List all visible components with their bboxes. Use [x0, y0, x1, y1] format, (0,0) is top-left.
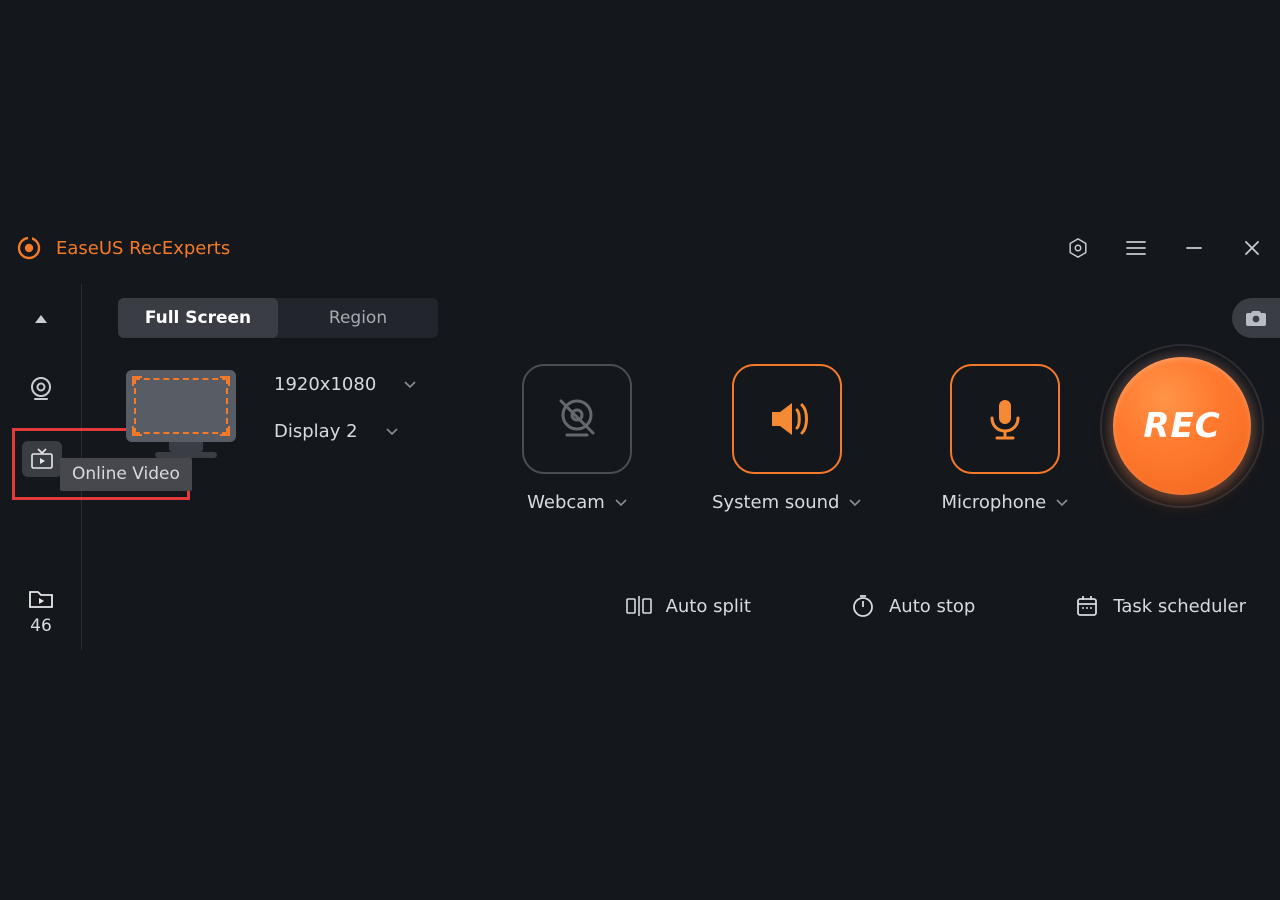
- task-scheduler-button[interactable]: Task scheduler: [1075, 594, 1246, 618]
- microphone-icon: [978, 392, 1032, 446]
- system-sound-dropdown[interactable]: System sound: [712, 492, 861, 513]
- app-title: EaseUS RecExperts: [56, 238, 230, 259]
- webcam-off-icon: [549, 391, 605, 447]
- system-sound-source: System sound: [712, 364, 861, 513]
- main-panel: Full Screen Region 1920x1080 Display 2: [82, 284, 1280, 650]
- microphone-source: Microphone: [941, 364, 1068, 513]
- monitor-preview: [126, 370, 246, 460]
- minimize-icon: [1185, 239, 1203, 257]
- mode-tabs: Full Screen Region: [118, 298, 438, 338]
- close-button[interactable]: [1240, 236, 1264, 260]
- menu-button[interactable]: [1124, 236, 1148, 260]
- task-scheduler-label: Task scheduler: [1113, 596, 1246, 617]
- tv-play-icon: [30, 448, 54, 470]
- auto-split-button[interactable]: Auto split: [626, 595, 751, 617]
- microphone-toggle[interactable]: [950, 364, 1060, 474]
- folder-play-icon: [28, 588, 54, 610]
- webcam-toggle[interactable]: [522, 364, 632, 474]
- window-controls: [1066, 236, 1264, 260]
- tab-region[interactable]: Region: [278, 298, 438, 338]
- recordings-button[interactable]: 46: [0, 576, 82, 648]
- recordings-count: 46: [30, 616, 52, 636]
- minimize-button[interactable]: [1182, 236, 1206, 260]
- timer-icon: [851, 594, 875, 618]
- display-label: Display 2: [274, 421, 358, 442]
- bottom-tools: Auto split Auto stop Task scheduler: [82, 594, 1280, 618]
- chevron-down-icon: [1056, 499, 1068, 507]
- webcam-dropdown[interactable]: Webcam: [527, 492, 627, 513]
- resolution-selector[interactable]: 1920x1080: [274, 374, 416, 395]
- record-label: REC: [1143, 406, 1220, 446]
- auto-stop-label: Auto stop: [889, 596, 975, 617]
- hamburger-icon: [1126, 240, 1146, 256]
- caret-up-icon: [33, 314, 49, 324]
- webcam-label: Webcam: [527, 492, 605, 513]
- sidebar-webcam-button[interactable]: [0, 354, 82, 424]
- webcam-outline-icon: [27, 375, 55, 403]
- settings-button[interactable]: [1066, 236, 1090, 260]
- camera-icon: [1245, 309, 1267, 327]
- tab-full-screen[interactable]: Full Screen: [118, 298, 278, 338]
- microphone-dropdown[interactable]: Microphone: [941, 492, 1068, 513]
- calendar-icon: [1075, 594, 1099, 618]
- system-sound-toggle[interactable]: [732, 364, 842, 474]
- system-sound-label: System sound: [712, 492, 839, 513]
- record-button[interactable]: REC: [1113, 357, 1251, 495]
- sidebar-collapse-button[interactable]: [0, 284, 82, 354]
- auto-split-label: Auto split: [666, 596, 751, 617]
- microphone-label: Microphone: [941, 492, 1046, 513]
- chevron-down-icon: [849, 499, 861, 507]
- screenshot-button[interactable]: [1232, 298, 1280, 338]
- logo-icon: [16, 235, 42, 261]
- chevron-down-icon: [404, 381, 416, 389]
- display-settings: 1920x1080 Display 2: [274, 374, 416, 442]
- chevron-down-icon: [386, 428, 398, 436]
- app-brand: EaseUS RecExperts: [16, 235, 230, 261]
- close-icon: [1243, 239, 1261, 257]
- source-tiles: Webcam System sound: [522, 364, 1068, 513]
- title-bar: EaseUS RecExperts: [0, 224, 1280, 272]
- webcam-source: Webcam: [522, 364, 632, 513]
- resolution-label: 1920x1080: [274, 374, 376, 395]
- split-icon: [626, 595, 652, 617]
- display-selector[interactable]: Display 2: [274, 421, 416, 442]
- record-button-wrap: REC: [1102, 346, 1262, 506]
- hexagon-gear-icon: [1067, 237, 1089, 259]
- speaker-icon: [760, 392, 814, 446]
- chevron-down-icon: [615, 499, 627, 507]
- auto-stop-button[interactable]: Auto stop: [851, 594, 975, 618]
